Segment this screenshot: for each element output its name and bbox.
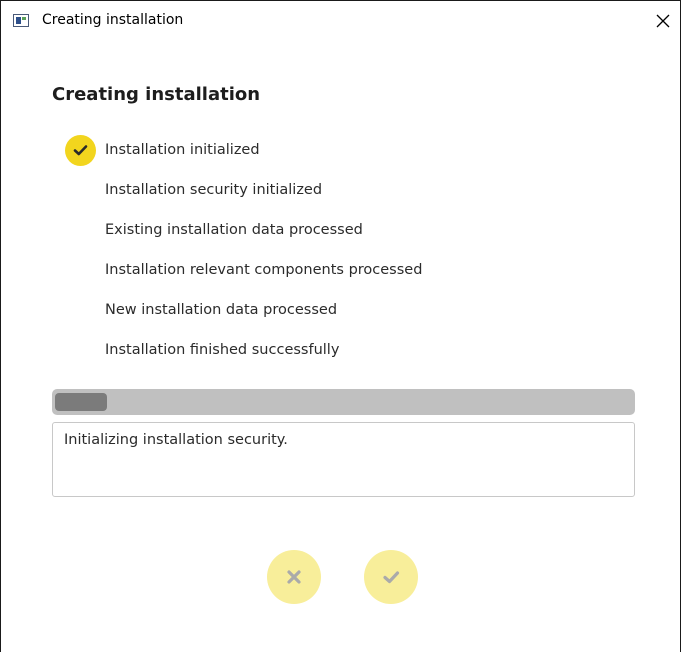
checkmark-icon [73, 145, 88, 156]
confirm-button[interactable] [364, 550, 418, 604]
step-label: Installation relevant components process… [105, 262, 423, 278]
step-label: Existing installation data processed [105, 222, 363, 238]
app-icon [13, 14, 29, 27]
close-button[interactable] [650, 9, 676, 35]
installer-window: Creating installation Creating installat… [0, 0, 681, 652]
step-item: Installation initialized [1, 131, 680, 171]
window-title: Creating installation [42, 12, 184, 28]
step-label: Installation security initialized [105, 182, 323, 198]
status-message: Initializing installation security. [64, 432, 288, 448]
step-item: New installation data processed [1, 291, 680, 331]
status-log[interactable]: Initializing installation security. [52, 422, 635, 497]
step-label: New installation data processed [105, 302, 338, 318]
step-item: Installation relevant components process… [1, 251, 680, 291]
step-item: Installation finished successfully [1, 331, 680, 371]
close-icon [656, 14, 670, 28]
step-item: Installation security initialized [1, 171, 680, 211]
completed-badge [65, 135, 96, 166]
progress-fill [55, 393, 107, 411]
page-title: Creating installation [52, 84, 261, 105]
step-label: Installation initialized [105, 142, 260, 158]
checkmark-icon [383, 571, 400, 584]
progress-bar [52, 389, 635, 415]
title-bar: Creating installation [1, 1, 680, 43]
step-item: Existing installation data processed [1, 211, 680, 251]
cancel-button[interactable] [267, 550, 321, 604]
x-icon [287, 570, 301, 584]
step-label: Installation finished successfully [105, 342, 340, 358]
